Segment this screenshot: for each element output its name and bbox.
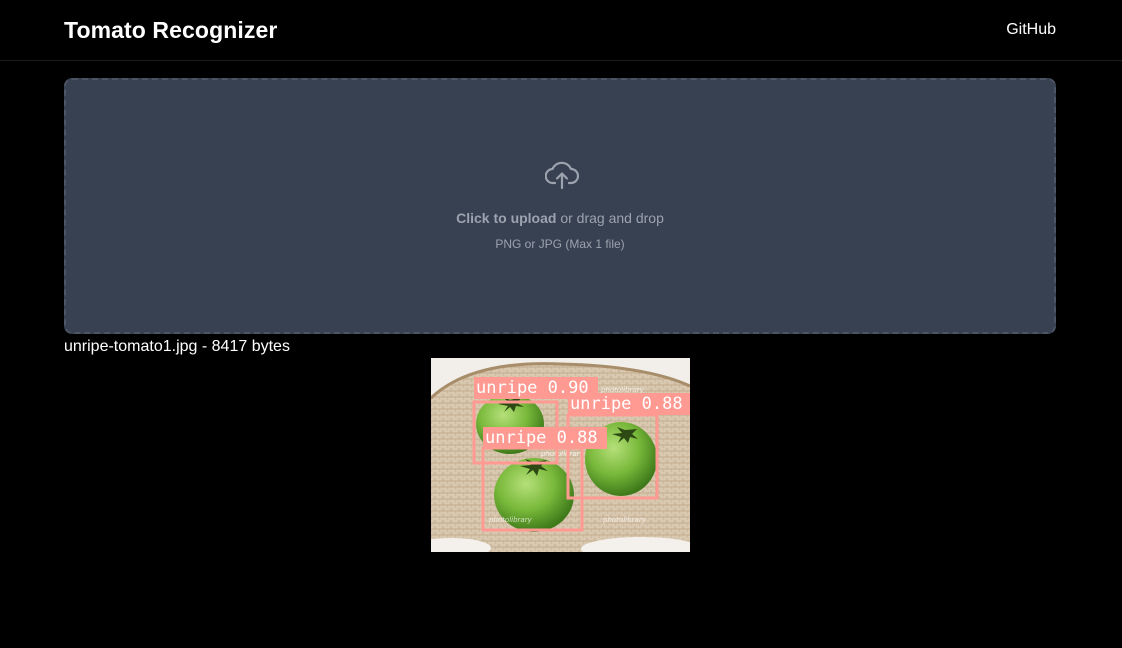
watermark-text: photolibrary (540, 450, 585, 458)
drag-drop-label: or drag and drop (560, 210, 664, 226)
detection-label: unripe (476, 378, 537, 398)
upload-dropzone[interactable]: Click to upload or drag and drop PNG or … (64, 78, 1056, 334)
detection-score: 0.88 (557, 428, 598, 448)
watermark-text: photolibrary (602, 516, 647, 524)
cloud-upload-icon (545, 161, 579, 190)
file-size: 8417 bytes (211, 338, 290, 355)
detection-label: unripe (485, 428, 546, 448)
svg-text:unripe 0.88: unripe 0.88 (485, 428, 598, 448)
file-separator: - (201, 338, 208, 355)
click-to-upload-label: Click to upload (456, 210, 557, 226)
file-name: unripe-tomato1.jpg (64, 338, 198, 355)
watermark-text: photolibrary (600, 386, 645, 394)
app-header: Tomato Recognizer GitHub (0, 0, 1122, 61)
detection-score: 0.88 (642, 394, 683, 414)
file-info: unripe-tomato1.jpg - 8417 bytes (64, 338, 290, 356)
detection-label: unripe (570, 394, 631, 414)
github-link[interactable]: GitHub (1006, 21, 1056, 39)
upload-instructions: Click to upload or drag and drop (66, 210, 1054, 226)
detection-result-image: photolibrary photolibrary photolibrary p… (431, 358, 690, 552)
tomato-photo: photolibrary photolibrary photolibrary p… (431, 358, 690, 552)
upload-hint: PNG or JPG (Max 1 file) (495, 237, 625, 251)
app-title: Tomato Recognizer (64, 17, 278, 43)
svg-text:unripe 0.88: unripe 0.88 (570, 394, 683, 414)
watermark-text: photolibrary (488, 516, 533, 524)
